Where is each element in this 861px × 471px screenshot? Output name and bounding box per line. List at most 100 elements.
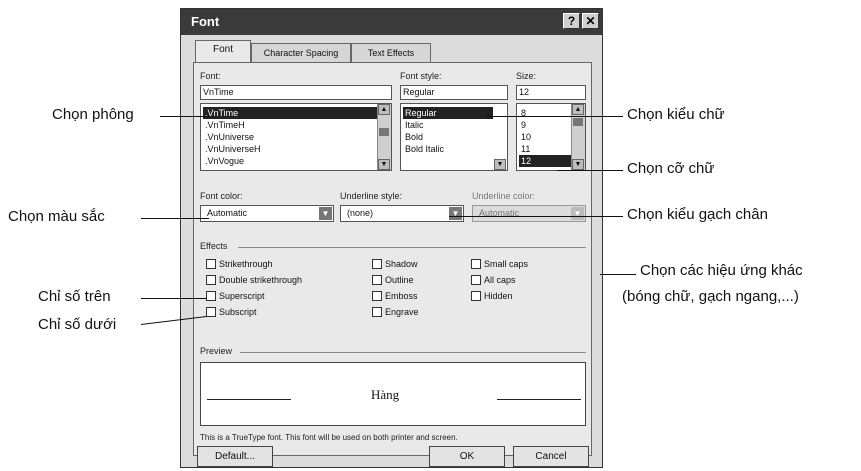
size-item[interactable]: 8 — [519, 107, 571, 119]
preview-label: Preview — [200, 346, 233, 356]
help-button[interactable]: ? — [563, 13, 580, 29]
all-caps-label: All caps — [484, 275, 516, 285]
checkbox-box[interactable] — [372, 259, 382, 269]
checkbox-box[interactable] — [206, 307, 216, 317]
tab-text-effects[interactable]: Text Effects — [351, 43, 431, 62]
ok-button[interactable]: OK — [429, 446, 505, 467]
font-tab-panel: Font: VnTime .VnTime .VnTimeH .VnUnivers… — [193, 62, 592, 456]
font-list-item[interactable]: .VnTimeH — [203, 119, 377, 131]
annotation-chon-kieu-chu: Chọn kiểu chữ — [627, 106, 725, 123]
shadow-checkbox[interactable]: Shadow — [372, 258, 418, 270]
font-list-item[interactable]: .VnVogue — [203, 155, 377, 167]
engrave-checkbox[interactable]: Engrave — [372, 306, 419, 318]
double-strikethrough-label: Double strikethrough — [219, 275, 303, 285]
font-style-item[interactable]: Italic — [403, 119, 493, 131]
font-list-item[interactable]: .VnUniverseH — [203, 143, 377, 155]
annotation-chon-hieu-ung: Chọn các hiệu ứng khác — [640, 262, 803, 279]
font-style-item[interactable]: Regular — [403, 107, 493, 119]
annotation-chon-hieu-ung-note: (bóng chữ, gạch ngang,...) — [622, 288, 799, 305]
checkbox-box[interactable] — [372, 307, 382, 317]
strikethrough-checkbox[interactable]: Strikethrough — [206, 258, 273, 270]
font-style-item[interactable]: Bold Italic — [403, 143, 493, 155]
size-input[interactable]: 12 — [516, 85, 586, 100]
default-button[interactable]: Default... — [197, 446, 273, 467]
outline-checkbox[interactable]: Outline — [372, 274, 414, 286]
cancel-button[interactable]: Cancel — [513, 446, 589, 467]
size-item[interactable]: 12 — [519, 155, 571, 167]
font-color-select[interactable]: Automatic ▼ — [200, 205, 334, 222]
annotation-chi-so-tren: Chỉ số trên — [38, 288, 111, 305]
strikethrough-label: Strikethrough — [219, 259, 273, 269]
checkbox-box[interactable] — [206, 259, 216, 269]
annotation-chon-kieu-gach-chan: Chọn kiểu gạch chân — [627, 206, 768, 223]
effects-label: Effects — [200, 241, 228, 251]
truetype-info-text: This is a TrueType font. This font will … — [200, 433, 458, 442]
effects-divider — [238, 247, 586, 248]
font-list-item[interactable]: .VnTime — [203, 107, 377, 119]
scroll-thumb[interactable] — [379, 128, 389, 136]
dialog-title: Font — [191, 14, 220, 29]
superscript-label: Superscript — [219, 291, 265, 301]
font-style-item[interactable]: Bold — [403, 131, 493, 143]
preview-divider — [240, 352, 586, 353]
engrave-label: Engrave — [385, 307, 419, 317]
scroll-down-icon[interactable]: ▼ — [378, 159, 390, 170]
close-button[interactable]: ✕ — [582, 13, 599, 29]
superscript-checkbox[interactable]: Superscript — [206, 290, 265, 302]
font-color-label: Font color: — [200, 191, 243, 201]
size-item[interactable]: 9 — [519, 119, 571, 131]
font-style-input[interactable]: Regular — [400, 85, 508, 100]
callout-line — [600, 274, 636, 275]
callout-line — [557, 170, 623, 171]
font-list[interactable]: .VnTime .VnTimeH .VnUniverse .VnUniverse… — [200, 103, 392, 171]
title-bar: Font ? ✕ — [181, 9, 602, 35]
tab-character-spacing[interactable]: Character Spacing — [251, 43, 351, 62]
chevron-down-icon[interactable]: ▼ — [319, 207, 332, 220]
subscript-checkbox[interactable]: Subscript — [206, 306, 257, 318]
checkbox-box[interactable] — [471, 275, 481, 285]
checkbox-box[interactable] — [372, 291, 382, 301]
font-list-scrollbar[interactable]: ▲ ▼ — [377, 104, 391, 170]
scroll-thumb[interactable] — [573, 118, 583, 126]
callout-line — [487, 116, 623, 117]
size-list[interactable]: 8 9 10 11 12 ▲ ▼ — [516, 103, 586, 171]
scroll-up-icon[interactable]: ▲ — [572, 104, 584, 115]
underline-style-select[interactable]: (none) ▼ — [340, 205, 464, 222]
emboss-checkbox[interactable]: Emboss — [372, 290, 418, 302]
small-caps-label: Small caps — [484, 259, 529, 269]
callout-line — [141, 298, 207, 299]
small-caps-checkbox[interactable]: Small caps — [471, 258, 528, 270]
scroll-down-icon[interactable]: ▼ — [572, 159, 584, 170]
checkbox-box[interactable] — [206, 291, 216, 301]
preview-box: Hàng — [200, 362, 586, 426]
size-scrollbar[interactable]: ▲ ▼ — [571, 104, 585, 170]
chevron-down-icon[interactable]: ▼ — [449, 207, 462, 220]
checkbox-box[interactable] — [206, 275, 216, 285]
annotation-chon-co-chu: Chọn cỡ chữ — [627, 160, 715, 177]
checkbox-box[interactable] — [471, 291, 481, 301]
outline-label: Outline — [385, 275, 414, 285]
preview-baseline-right — [497, 399, 581, 400]
preview-sample-text: Hàng — [371, 387, 400, 402]
chevron-down-icon[interactable]: ▼ — [571, 207, 584, 220]
preview-baseline-left — [207, 399, 291, 400]
checkbox-box[interactable] — [471, 259, 481, 269]
font-style-scrollbar[interactable]: ▼ — [494, 104, 507, 170]
scroll-down-icon[interactable]: ▼ — [494, 159, 506, 170]
tab-font[interactable]: Font — [195, 40, 251, 63]
hidden-checkbox[interactable]: Hidden — [471, 290, 513, 302]
font-input[interactable]: VnTime — [200, 85, 392, 100]
all-caps-checkbox[interactable]: All caps — [471, 274, 516, 286]
size-label: Size: — [516, 71, 537, 81]
font-style-label: Font style: — [400, 71, 442, 81]
underline-color-select[interactable]: Automatic ▼ — [472, 205, 586, 222]
emboss-label: Emboss — [385, 291, 418, 301]
scroll-up-icon[interactable]: ▲ — [378, 104, 390, 115]
hidden-label: Hidden — [484, 291, 513, 301]
checkbox-box[interactable] — [372, 275, 382, 285]
font-list-item[interactable]: .VnUniverse — [203, 131, 377, 143]
size-item[interactable]: 10 — [519, 131, 571, 143]
size-item[interactable]: 11 — [519, 143, 571, 155]
double-strikethrough-checkbox[interactable]: Double strikethrough — [206, 274, 302, 286]
font-style-list[interactable]: Regular Italic Bold Bold Italic ▼ — [400, 103, 508, 171]
